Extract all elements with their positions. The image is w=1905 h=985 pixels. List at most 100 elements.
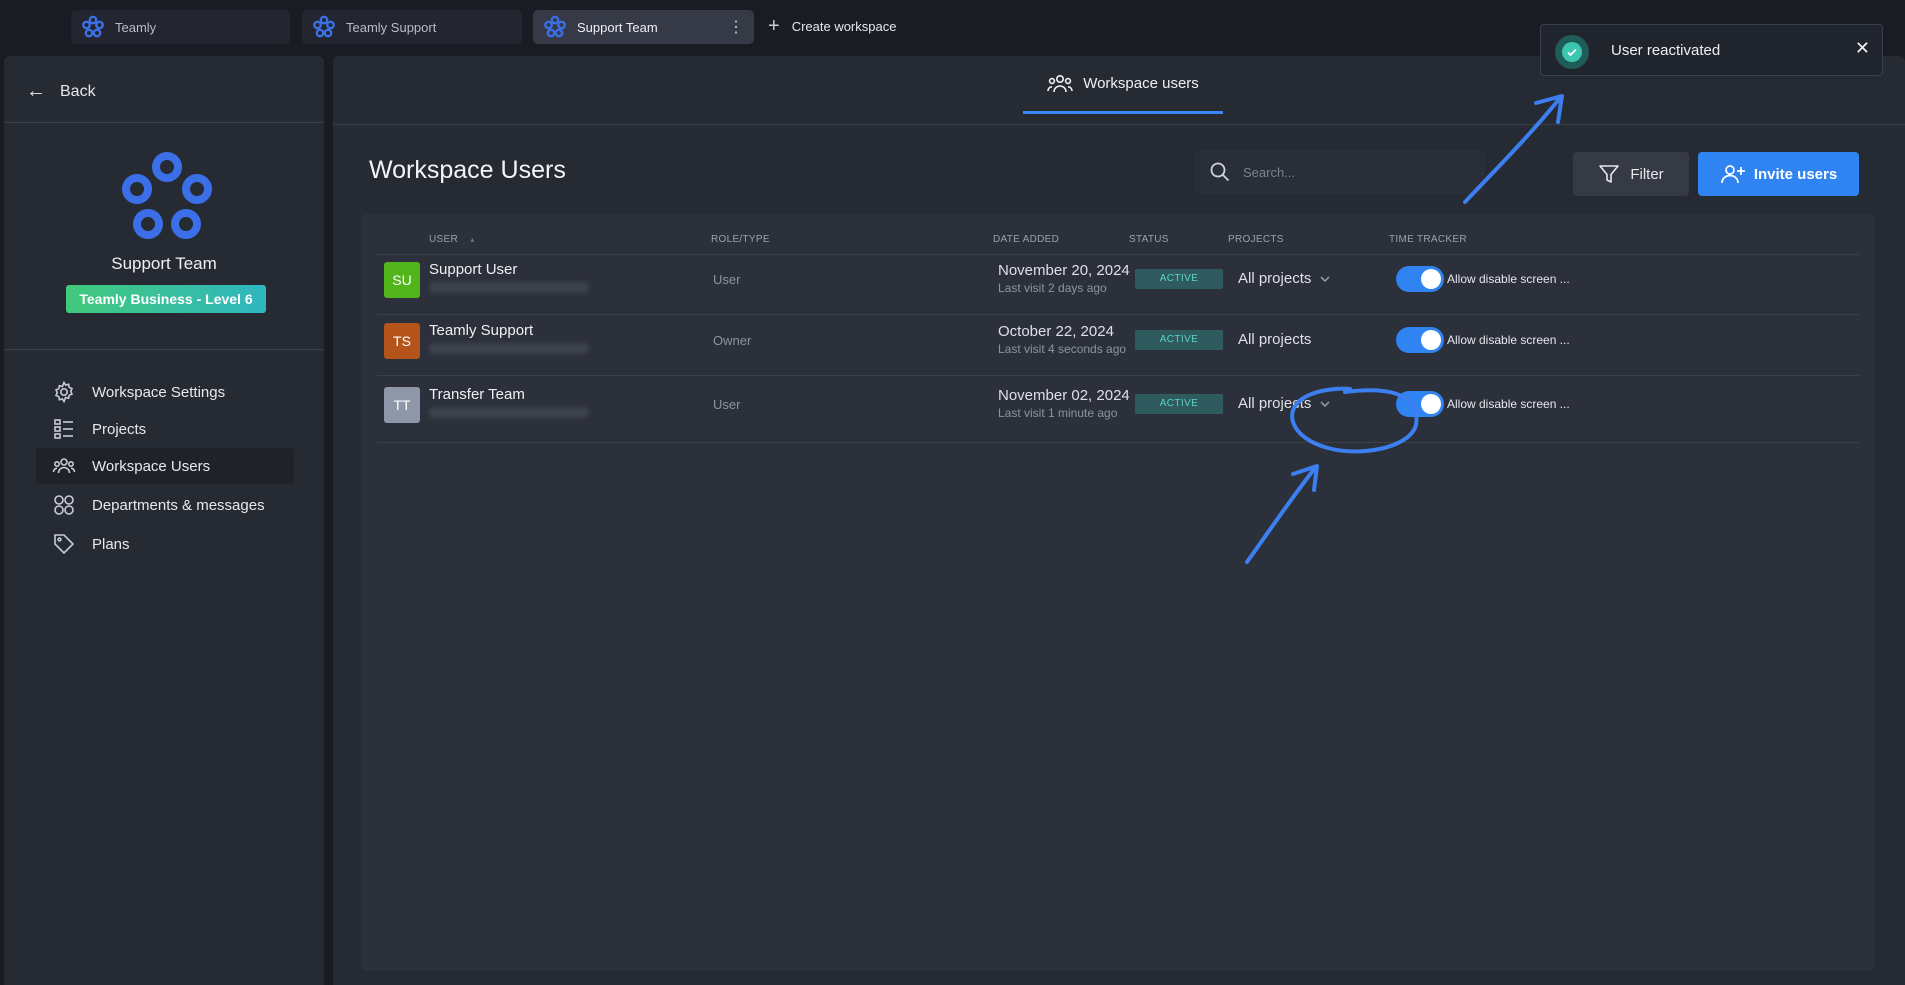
projects-label: All projects [1238, 395, 1312, 412]
main-panel: Workspace users Workspace Users Filter I… [333, 56, 1905, 985]
avatar: TT [384, 387, 420, 423]
user-name: Support User [429, 261, 518, 278]
grid-icon [54, 495, 74, 515]
time-tracker-toggle[interactable] [1396, 266, 1444, 292]
chevron-down-icon [1320, 400, 1330, 407]
sort-icon: ▴ [470, 235, 475, 244]
time-tracker-label: Allow disable screen ... [1447, 333, 1570, 347]
invite-label: Invite users [1753, 165, 1838, 183]
divider [377, 314, 1859, 315]
funnel-icon [1599, 165, 1620, 183]
sidebar-item-label: Plans [92, 535, 130, 553]
sidebar-item-label: Workspace Users [92, 457, 211, 475]
filter-label: Filter [1630, 165, 1664, 183]
tag-icon [54, 534, 75, 555]
divider [377, 375, 1859, 376]
user-email-redacted [429, 343, 589, 354]
column-header-date-added: DATE ADDED [993, 234, 1060, 245]
sidebar-item-projects[interactable]: Projects [36, 411, 294, 447]
last-visit: Last visit 4 seconds ago [998, 342, 1127, 356]
add-user-icon [1720, 165, 1745, 184]
workspace-tab-teamly[interactable]: Teamly [71, 10, 290, 44]
search-input[interactable] [1243, 164, 1463, 180]
status-badge: ACTIVE [1135, 394, 1223, 414]
back-label: Back [60, 82, 96, 100]
sidebar-item-workspace-settings[interactable]: Workspace Settings [36, 374, 294, 410]
user-name: Transfer Team [429, 386, 525, 403]
projects-label: All projects [1238, 331, 1312, 348]
more-options-icon[interactable]: ⋮ [728, 17, 744, 37]
divider [4, 349, 324, 350]
date-added: November 20, 2024 [998, 262, 1130, 279]
success-check-icon [1555, 35, 1589, 69]
invite-users-button[interactable]: Invite users [1698, 152, 1859, 196]
avatar: TS [384, 323, 420, 359]
sidebar-item-label: Workspace Settings [92, 383, 226, 401]
user-email-redacted [429, 282, 589, 293]
page-title: Workspace Users [369, 156, 566, 184]
divider [377, 254, 1859, 255]
user-role: Owner [713, 333, 752, 348]
teamly-logo-icon [82, 15, 104, 38]
create-workspace-label: Create workspace [791, 18, 897, 34]
avatar: SU [384, 262, 420, 298]
column-header-time-tracker: TIME TRACKER [1389, 234, 1467, 245]
teamly-logo-icon [544, 15, 566, 38]
status-badge: ACTIVE [1135, 330, 1223, 350]
divider [377, 442, 1859, 443]
user-email-redacted [429, 407, 589, 418]
column-header-role: ROLE/TYPE [711, 234, 770, 245]
chevron-down-icon [1320, 275, 1330, 282]
time-tracker-label: Allow disable screen ... [1447, 272, 1570, 286]
arrow-left-icon: ← [26, 80, 46, 102]
teamly-logo-icon [313, 15, 335, 38]
tab-workspace-users[interactable]: Workspace users [1023, 56, 1223, 114]
toast-message: User reactivated [1611, 42, 1721, 59]
users-icon [52, 458, 76, 474]
time-tracker-toggle[interactable] [1396, 391, 1444, 417]
plus-icon: + [768, 15, 780, 37]
user-role: User [713, 397, 741, 412]
column-header-status: STATUS [1129, 234, 1169, 245]
time-tracker-toggle[interactable] [1396, 327, 1444, 353]
filter-button[interactable]: Filter [1573, 152, 1689, 196]
gear-icon [54, 380, 74, 404]
column-header-user[interactable]: USER ▴ [429, 234, 475, 245]
search-box[interactable] [1195, 150, 1485, 194]
date-added: October 22, 2024 [998, 323, 1114, 340]
back-button[interactable]: ← Back [26, 80, 96, 103]
status-badge: ACTIVE [1135, 269, 1223, 289]
user-name: Teamly Support [429, 322, 534, 339]
team-logo-icon [122, 152, 212, 239]
workspace-tab-label: Teamly Support [346, 19, 437, 35]
projects-dropdown[interactable]: All projects [1238, 395, 1331, 412]
list-icon [54, 419, 73, 439]
sidebar-item-plans[interactable]: Plans [36, 526, 294, 562]
workspace-tab-teamly-support[interactable]: Teamly Support [302, 10, 522, 44]
last-visit: Last visit 1 minute ago [998, 406, 1118, 420]
workspace-tab-label: Teamly [115, 19, 157, 35]
date-added: November 02, 2024 [998, 387, 1130, 404]
create-workspace-button[interactable]: + Create workspace [768, 15, 897, 37]
projects-dropdown[interactable]: All projects [1238, 270, 1331, 287]
user-role: User [713, 272, 741, 287]
search-icon [1210, 162, 1230, 182]
sidebar-item-label: Departments & messages [92, 496, 265, 514]
team-name: Support Team [111, 254, 217, 273]
column-header-projects: PROJECTS [1228, 234, 1284, 245]
users-icon [1047, 74, 1073, 92]
workspace-tab-support-team[interactable]: Support Team ⋮ [533, 10, 754, 44]
close-icon[interactable]: ✕ [1855, 38, 1870, 59]
divider [333, 124, 1905, 125]
tab-label: Workspace users [1083, 75, 1199, 92]
sidebar-item-workspace-users[interactable]: Workspace Users [36, 448, 294, 484]
users-table: USER ▴ ROLE/TYPE DATE ADDED STATUS PROJE… [361, 214, 1875, 971]
sidebar: ← Back Support Team Teamly Business - Le… [4, 56, 324, 985]
divider [4, 122, 324, 123]
sidebar-item-label: Projects [92, 420, 147, 438]
sidebar-item-departments-messages[interactable]: Departments & messages [36, 487, 294, 523]
plan-badge: Teamly Business - Level 6 [66, 285, 266, 313]
toast-notification: User reactivated ✕ [1540, 24, 1883, 76]
projects-label: All projects [1238, 270, 1312, 287]
workspace-tab-label: Support Team [577, 19, 658, 35]
